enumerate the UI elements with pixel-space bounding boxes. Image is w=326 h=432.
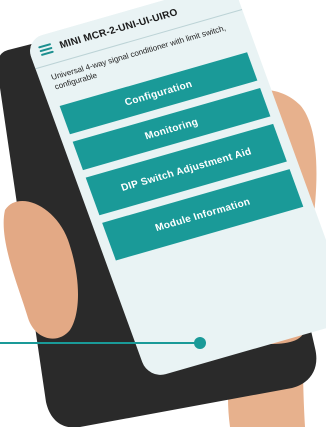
phone-scene: MINI MCR-2-UNI-UI-UIRO Universal 4-way s… [0, 0, 326, 428]
callout-dot-icon [194, 337, 206, 349]
callout-connector [0, 337, 206, 349]
